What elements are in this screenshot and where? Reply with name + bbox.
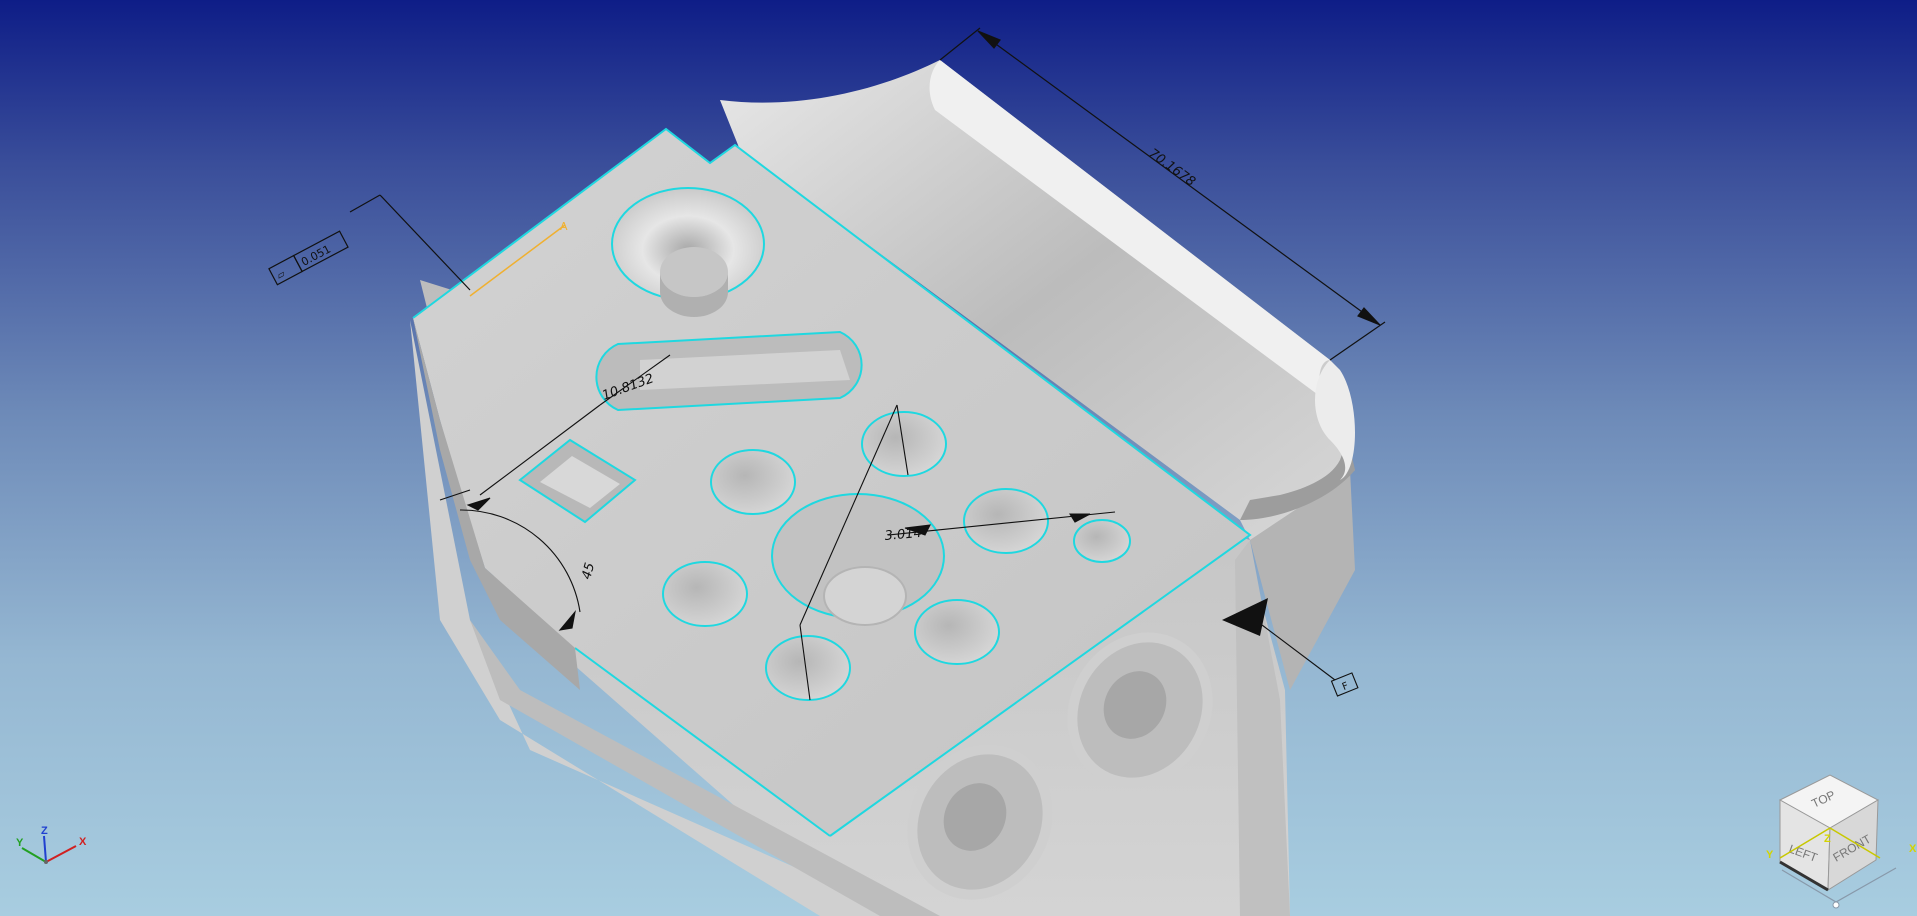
cube-z-label: Z	[1824, 833, 1831, 845]
view-cube[interactable]: TOP FRONT LEFT Y X Z	[1766, 774, 1917, 909]
flatness-value: 0.051	[299, 242, 333, 268]
datum-f-label: F	[1341, 681, 1351, 693]
datum-a-label: A	[560, 220, 568, 233]
triad-y-label: Y	[16, 837, 24, 849]
axis-triad: X Y Z	[16, 825, 87, 864]
cube-x-label: X	[1909, 843, 1917, 855]
cube-y-label: Y	[1766, 849, 1774, 861]
3d-viewport[interactable]: 70.1678 ▱ 0.051 A 10.8132 45 3.014 F X Y…	[0, 0, 1917, 916]
triad-x-label: X	[79, 836, 87, 848]
slot-feature[interactable]	[595, 330, 863, 412]
cad-scene[interactable]: 70.1678 ▱ 0.051 A 10.8132 45 3.014 F X Y…	[0, 0, 1917, 916]
dimension-length-text: 70.1678	[1146, 146, 1198, 190]
triad-z-label: Z	[41, 825, 48, 837]
